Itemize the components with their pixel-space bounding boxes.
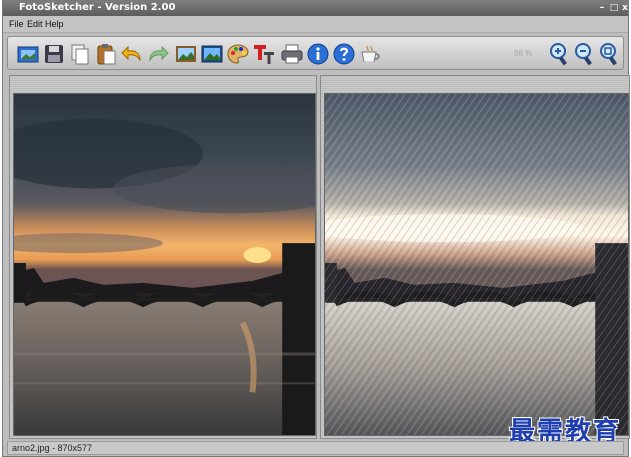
toolbar: 98 % [7, 36, 624, 70]
text-tt-icon [254, 45, 274, 64]
sketch-result-panel [320, 75, 630, 439]
printer-icon [281, 44, 303, 64]
original-photo[interactable] [13, 93, 316, 436]
title-bar[interactable]: FotoSketcher - Version 2.00 – □ x [3, 1, 628, 16]
sketch-bridge-image [325, 94, 628, 435]
status-bar: arno2.jpg - 870x577 [7, 441, 624, 455]
open-image-button[interactable] [16, 42, 40, 66]
clipboard-icon [97, 44, 116, 65]
redo-arrow-icon [149, 45, 169, 62]
coffee-donate-button[interactable] [358, 42, 382, 66]
paste-button[interactable] [94, 42, 118, 66]
help-button[interactable] [332, 42, 356, 66]
app-window: FotoSketcher - Version 2.00 – □ x File E… [2, 0, 630, 457]
floppy-disk-icon [45, 45, 63, 63]
menu-file[interactable]: File [9, 19, 24, 29]
menu-edit[interactable]: Edit [27, 19, 43, 29]
zoom-fit-button[interactable] [598, 42, 622, 66]
maximize-button[interactable]: □ [609, 3, 619, 13]
zoom-in-button[interactable] [548, 42, 572, 66]
zoom-in-icon [550, 43, 567, 66]
menu-help[interactable]: Help [45, 19, 64, 29]
question-icon [333, 43, 355, 65]
close-button[interactable]: x [620, 3, 630, 13]
framed-photo-icon [176, 46, 196, 62]
info-button[interactable] [306, 42, 330, 66]
text-tool-button[interactable] [252, 42, 276, 66]
copy-pages-icon [71, 44, 89, 65]
sunset-bridge-photo [14, 94, 315, 435]
zoom-fit-icon [600, 43, 617, 66]
window-title: FotoSketcher - Version 2.00 [19, 2, 176, 13]
original-image-button[interactable] [174, 42, 198, 66]
landscape-image-button[interactable] [200, 42, 224, 66]
save-button[interactable] [42, 42, 66, 66]
copy-button[interactable] [68, 42, 92, 66]
minimize-button[interactable]: – [597, 3, 607, 13]
landscape-photo-icon [201, 45, 223, 63]
original-image-panel [9, 75, 317, 439]
drawing-parameters-button[interactable] [226, 42, 250, 66]
picture-folder-icon [17, 46, 39, 63]
print-button[interactable] [280, 42, 304, 66]
zoom-out-button[interactable] [573, 42, 597, 66]
zoom-out-icon [575, 43, 592, 66]
sketch-photo[interactable] [324, 93, 629, 436]
palette-icon [227, 44, 249, 64]
menu-bar: File Edit Help [3, 16, 628, 33]
info-icon [307, 43, 329, 65]
redo-button[interactable] [146, 42, 170, 66]
undo-arrow-icon [121, 45, 141, 62]
undo-button[interactable] [120, 42, 144, 66]
coffee-cup-icon [360, 45, 380, 65]
zoom-percent: 98 % [514, 49, 533, 58]
status-filename: arno2.jpg - 870x577 [12, 443, 93, 453]
